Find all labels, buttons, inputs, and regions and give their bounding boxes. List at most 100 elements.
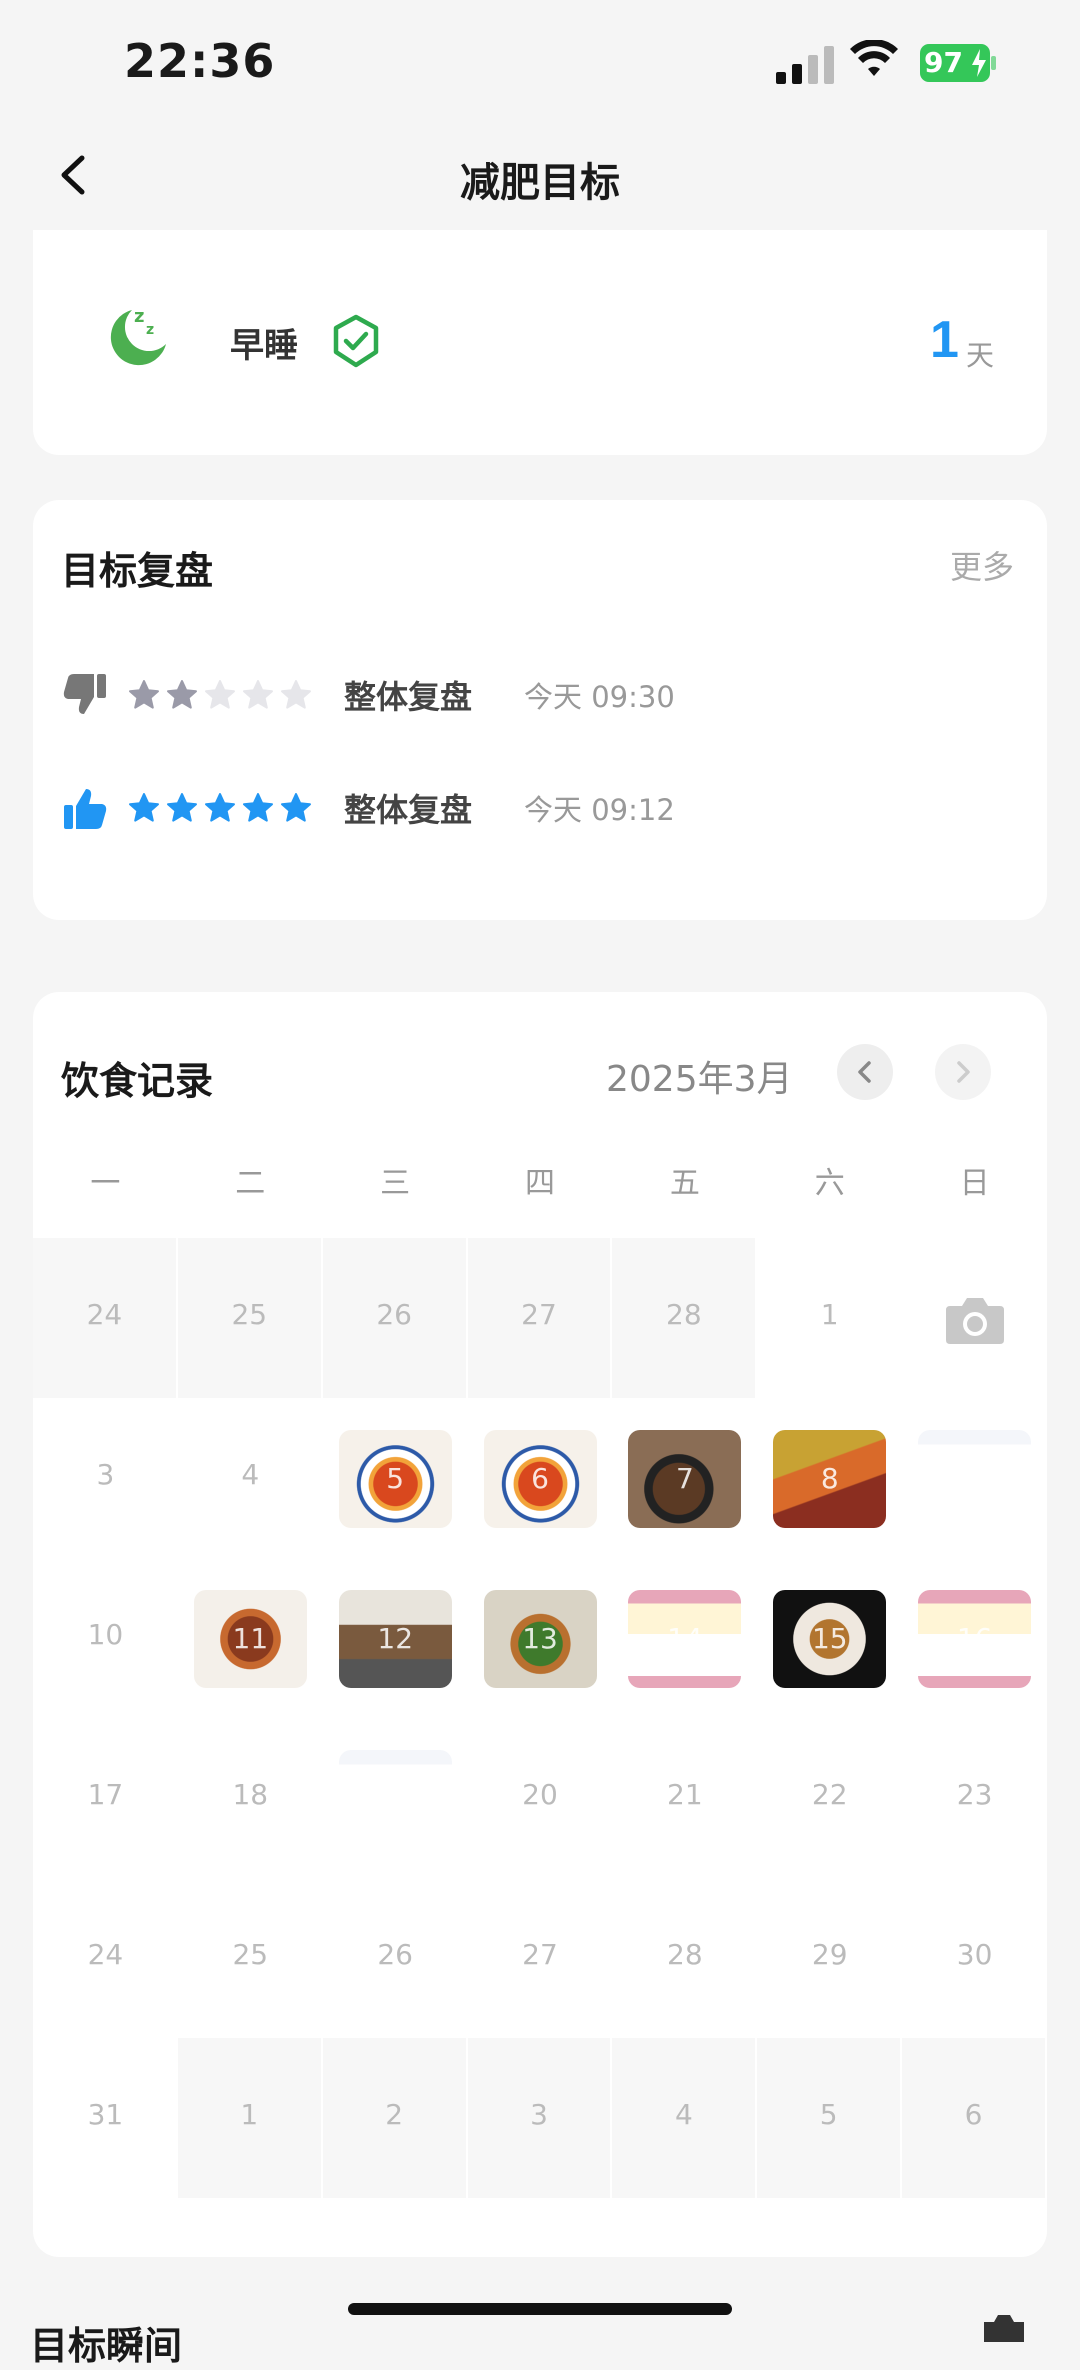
- streak-days-unit: 天: [966, 339, 995, 372]
- meal-photo-thumbnail[interactable]: 7: [628, 1430, 742, 1528]
- review-more-link[interactable]: 更多: [950, 542, 1014, 588]
- meal-photo-thumbnail[interactable]: 15: [773, 1590, 887, 1688]
- calendar-day[interactable]: 27: [468, 1878, 613, 2038]
- meal-photo-thumbnail[interactable]: 12: [338, 1590, 452, 1688]
- calendar-day[interactable]: 11: [178, 1558, 323, 1718]
- calendar-day[interactable]: 17: [33, 1718, 178, 1878]
- calendar-day[interactable]: 20: [468, 1718, 613, 1878]
- day-number: 9: [965, 1462, 984, 1495]
- calendar-day[interactable]: 23: [902, 1718, 1047, 1878]
- calendar-day-outside[interactable]: 25: [177, 1238, 323, 1398]
- calendar-day-outside[interactable]: 6: [902, 2038, 1047, 2198]
- calendar-day-outside[interactable]: 5: [757, 2038, 903, 2198]
- streak-days-count: 1: [930, 311, 959, 369]
- review-row[interactable]: 整体复盘 今天 09:30: [62, 665, 675, 725]
- day-number: 29: [811, 1938, 848, 1971]
- calendar-day[interactable]: 15: [757, 1558, 902, 1718]
- day-number: 7: [676, 1462, 694, 1495]
- review-time: 今天 09:30: [524, 680, 675, 714]
- calendar-day[interactable]: 31: [33, 2038, 178, 2198]
- calendar-day[interactable]: 30: [902, 1878, 1047, 2038]
- star-empty-icon: [281, 680, 311, 709]
- calendar-day[interactable]: 1: [757, 1238, 902, 1398]
- meal-photo-thumbnail[interactable]: 6: [483, 1430, 597, 1528]
- day-number: 20: [522, 1778, 558, 1811]
- meal-photo-thumbnail[interactable]: 8: [773, 1430, 887, 1528]
- star-filled-icon: [205, 793, 235, 822]
- day-number: 27: [522, 1938, 558, 1971]
- calendar-day-outside[interactable]: 26: [322, 1238, 468, 1398]
- calendar-day[interactable]: 5: [323, 1398, 468, 1558]
- calendar-day[interactable]: 26: [323, 1878, 468, 2038]
- calendar-day-outside[interactable]: 4: [612, 2038, 758, 2198]
- calendar-day-outside[interactable]: 28: [612, 1238, 758, 1398]
- meal-photo-thumbnail[interactable]: 9: [918, 1430, 1032, 1528]
- meal-photo-thumbnail[interactable]: 14: [628, 1590, 742, 1688]
- day-number: 4: [241, 1458, 260, 1491]
- calendar-day[interactable]: 3: [33, 1398, 178, 1558]
- calendar-day[interactable]: 10: [33, 1558, 178, 1718]
- day-number: 13: [522, 1622, 558, 1655]
- calendar-day[interactable]: 28: [612, 1878, 757, 2038]
- star-filled-icon: [243, 793, 273, 822]
- calendar-day[interactable]: 13: [468, 1558, 613, 1718]
- calendar-day[interactable]: [902, 1238, 1047, 1398]
- meal-photo-thumbnail[interactable]: 19: [338, 1750, 452, 1848]
- calendar-day[interactable]: 29: [757, 1878, 902, 2038]
- svg-text:z: z: [146, 322, 154, 338]
- camera-icon[interactable]: [946, 1294, 1005, 1344]
- camera-icon[interactable]: [980, 2312, 1028, 2342]
- day-number: 31: [87, 2098, 124, 2131]
- wifi-icon: [850, 40, 898, 76]
- calendar-day[interactable]: 19: [323, 1718, 468, 1878]
- day-number: 15: [811, 1622, 848, 1655]
- day-number: 25: [232, 1938, 269, 1971]
- day-number: 6: [531, 1462, 549, 1495]
- day-number: 1: [240, 2098, 259, 2131]
- meal-photo-thumbnail[interactable]: 13: [483, 1590, 597, 1688]
- weekday-header: 一 二 三 四 五 六 日: [33, 1158, 1047, 1202]
- prev-month-button[interactable]: [837, 1044, 893, 1100]
- day-number: 18: [232, 1778, 269, 1811]
- calendar-day[interactable]: 4: [178, 1398, 323, 1558]
- calendar-day[interactable]: 25: [178, 1878, 323, 2038]
- review-row[interactable]: 整体复盘 今天 09:12: [62, 778, 675, 838]
- calendar-day[interactable]: 6: [468, 1398, 613, 1558]
- meal-photo-thumbnail[interactable]: 11: [193, 1590, 307, 1688]
- calendar-day[interactable]: 9: [902, 1398, 1047, 1558]
- star-filled-icon: [129, 793, 159, 822]
- calendar-day-outside[interactable]: 1: [177, 2038, 323, 2198]
- next-month-button[interactable]: [935, 1044, 991, 1100]
- calendar-day-outside[interactable]: 24: [33, 1238, 178, 1398]
- habit-card[interactable]: [33, 230, 1047, 455]
- calendar-day[interactable]: 12: [323, 1558, 468, 1718]
- calendar-day[interactable]: 18: [178, 1718, 323, 1878]
- calendar-day[interactable]: 7: [612, 1398, 757, 1558]
- meal-photo-thumbnail[interactable]: 16: [918, 1590, 1032, 1688]
- calendar-day-outside[interactable]: 27: [467, 1238, 613, 1398]
- day-number: 30: [956, 1938, 993, 1971]
- calendar-day-outside[interactable]: 3: [467, 2038, 613, 2198]
- day-number: 28: [667, 1938, 703, 1971]
- calendar-day[interactable]: 22: [757, 1718, 902, 1878]
- star-empty-icon: [243, 680, 273, 709]
- meal-photo-thumbnail[interactable]: 5: [338, 1430, 452, 1528]
- calendar-day[interactable]: 8: [757, 1398, 902, 1558]
- weekday-label: 三: [380, 1166, 411, 1201]
- calendar-day[interactable]: 14: [612, 1558, 757, 1718]
- home-indicator: [348, 2303, 732, 2315]
- calendar-day-outside[interactable]: 2: [322, 2038, 468, 2198]
- day-number: 24: [86, 1298, 123, 1331]
- calendar-day[interactable]: 24: [33, 1878, 178, 2038]
- habit-label: 早睡: [230, 326, 298, 366]
- calendar-day[interactable]: 16: [902, 1558, 1047, 1718]
- day-number: 12: [377, 1622, 414, 1655]
- month-label: 2025年3月: [606, 1059, 793, 1100]
- battery-icon: 97: [920, 44, 996, 82]
- review-time: 今天 09:12: [524, 793, 675, 827]
- page-title: 减肥目标: [460, 160, 620, 206]
- day-number: 4: [674, 2098, 693, 2131]
- day-number: 27: [521, 1298, 557, 1331]
- calendar-day[interactable]: 21: [612, 1718, 757, 1878]
- day-number: 21: [667, 1778, 703, 1811]
